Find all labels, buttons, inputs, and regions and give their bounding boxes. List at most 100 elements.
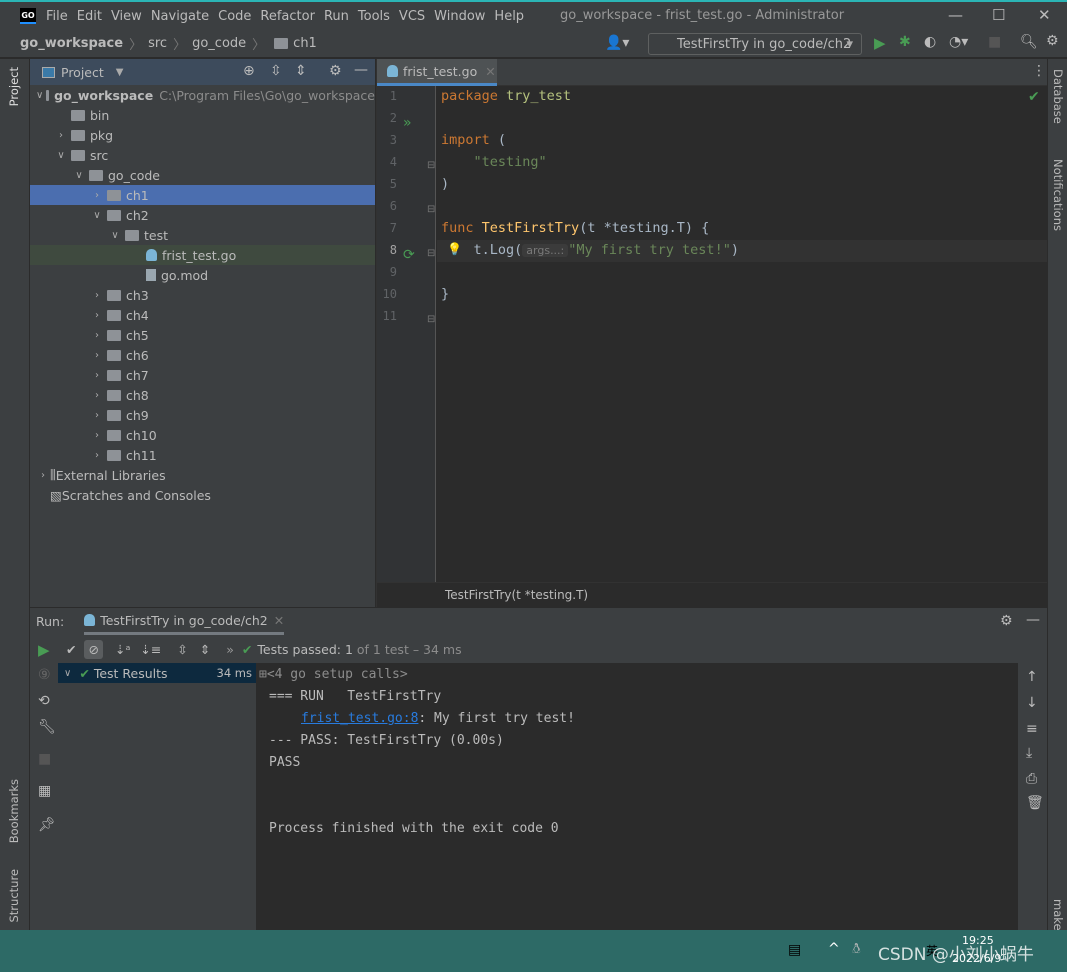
maximize-button[interactable]: ☐ [992,6,1005,24]
editor-breadcrumb[interactable]: TestFirstTry(t *testing.T) [377,582,1048,607]
close-icon[interactable]: ✕ [274,613,284,628]
fold-icon[interactable]: ⊟ [427,248,435,259]
wrench-icon[interactable]: 🔧︎ [38,719,56,735]
news-icon[interactable]: ▤ [788,942,801,958]
gear-icon[interactable]: ⚙ [1000,613,1013,629]
chevron-right-icon[interactable]: › [90,370,104,381]
fold-icon[interactable]: ⊟ [427,160,435,171]
breadcrumb-item[interactable]: go_code [192,36,246,51]
tree-item[interactable]: ∨ go_workspace C:\Program Files\Go\go_work… [30,85,375,105]
more-icon[interactable]: » [226,642,234,657]
tree-item[interactable]: ▧ Scratches and Consoles [30,485,375,505]
tree-item[interactable]: ∨ go_code [30,165,375,185]
run-icon[interactable]: ▶ [874,34,886,52]
tree-item[interactable]: frist_test.go [30,245,375,265]
chevron-right-icon[interactable]: › [90,330,104,341]
chevron-right-icon[interactable]: › [90,350,104,361]
chevron-right-icon[interactable]: › [90,430,104,441]
tree-item[interactable]: › ch7 [30,365,375,385]
tree-item[interactable]: › ch5 [30,325,375,345]
chevron-right-icon[interactable]: › [90,410,104,421]
show-ignored-icon[interactable]: ⊘ [84,639,103,659]
run-tab[interactable]: TestFirstTry in go_code/ch2 ✕ [84,608,285,635]
make-tool-button[interactable]: make [1051,899,1065,931]
close-button[interactable]: ✕ [1038,6,1051,24]
tree-item[interactable]: › ch9 [30,405,375,425]
tree-item[interactable]: › ch1 [30,185,375,205]
collapse-all-icon[interactable]: ⇕ [200,642,210,657]
trash-icon[interactable]: 🗑︎ [1026,795,1044,811]
chevron-down-icon[interactable]: ∨ [90,210,104,221]
arrow-up-icon[interactable]: ↑ [1026,669,1038,685]
menu-view[interactable]: View [111,9,142,24]
print-icon[interactable]: ⎙ [1026,771,1037,787]
gear-icon[interactable]: ⚙ [1046,33,1059,49]
breadcrumb-item[interactable]: TestFirstTry(t *testing.T) [445,588,588,602]
tab-frist-test-go[interactable]: frist_test.go ✕ [377,59,497,86]
chevron-right-icon[interactable]: › [54,130,68,141]
test-results-root[interactable]: ∨ ✔ Test Results 34 ms [58,663,256,683]
soft-wrap-icon[interactable]: ≡ [1026,721,1038,737]
close-icon[interactable]: ✕ [485,64,495,79]
tree-item[interactable]: ∨ src [30,145,375,165]
chevron-down-icon[interactable]: ▼ [116,67,124,78]
arrow-down-icon[interactable]: ↓ [1026,695,1038,711]
tree-item[interactable]: go.mod [30,265,375,285]
expand-all-icon[interactable]: ⇳ [270,63,282,79]
chevron-right-icon[interactable]: › [90,290,104,301]
menu-edit[interactable]: Edit [77,9,102,24]
chevron-right-icon[interactable]: › [90,310,104,321]
project-tool-button[interactable]: Project [7,67,21,106]
fold-icon[interactable]: ⊟ [427,204,435,215]
menu-refactor[interactable]: Refactor [260,9,315,24]
tree-item[interactable]: › ch10 [30,425,375,445]
rerun-failed-icon[interactable]: ⑨ [38,667,51,683]
tree-item[interactable]: › ch6 [30,345,375,365]
chevron-down-icon[interactable]: ∨ [64,668,71,679]
bookmarks-tool-button[interactable]: Bookmarks [7,779,21,843]
tree-item[interactable]: bin [30,105,375,125]
chevron-down-icon[interactable]: ∨ [108,230,122,241]
tree-item[interactable]: › ch8 [30,385,375,405]
chevron-right-icon[interactable]: › [36,470,50,481]
search-icon[interactable]: 🔍︎ [1020,34,1038,50]
chevron-right-icon[interactable]: › [90,190,104,201]
chevron-right-icon[interactable]: › [90,450,104,461]
tree-item[interactable]: › ch3 [30,285,375,305]
fold-icon[interactable]: ⊟ [427,314,435,325]
toggle-auto-test-icon[interactable]: ⟲ [38,693,50,709]
stop-icon[interactable]: ■ [988,34,1001,50]
notifications-tool-button[interactable]: Notifications [1051,159,1065,231]
expand-icon[interactable]: ⊞ [259,667,267,682]
tree-item[interactable]: › pkg [30,125,375,145]
chevron-down-icon[interactable]: ∨ [54,150,68,161]
chevron-down-icon[interactable]: ∨ [36,90,43,101]
menu-vcs[interactable]: VCS [399,9,425,24]
coverage-icon[interactable]: ◐ [924,34,936,50]
scroll-to-end-icon[interactable]: ⤓ [1026,745,1032,761]
console-output[interactable]: ⊞<4 go setup calls> === RUN TestFirstTry f… [257,663,1018,931]
database-tool-button[interactable]: Database [1051,69,1065,124]
breadcrumb-item[interactable]: go_workspace [20,36,123,51]
minimize-button[interactable]: — [948,6,963,24]
menu-code[interactable]: Code [218,9,251,24]
tree-item[interactable]: ∨ test [30,225,375,245]
menu-tools[interactable]: Tools [358,9,390,24]
layout-icon[interactable]: ▦ [38,783,51,799]
console-link[interactable]: frist_test.go:8 [301,711,418,726]
breadcrumb-item[interactable]: src [148,36,167,51]
pin-icon[interactable]: 📌︎ [38,817,56,833]
breadcrumb-item[interactable]: ch1 [293,36,317,51]
more-options-icon[interactable]: ⋮ [1032,63,1046,79]
qq-icon[interactable]: 🐧︎ [852,941,861,959]
profile-icon[interactable]: ◔▾ [949,34,968,50]
tree-item[interactable]: › ⫼ External Libraries [30,465,375,485]
debug-icon[interactable]: ✱ [899,34,911,50]
run-test-icon[interactable]: ⟳ [403,247,415,263]
expand-all-icon[interactable]: ⇳ [177,642,187,657]
menu-file[interactable]: File [46,9,68,24]
tree-item[interactable]: › ch11 [30,445,375,465]
run-config-dropdown[interactable]: TestFirstTry in go_code/ch2 ▾ [648,33,862,55]
chevron-right-icon[interactable]: › [90,390,104,401]
chevron-down-icon[interactable]: ∨ [72,170,86,181]
